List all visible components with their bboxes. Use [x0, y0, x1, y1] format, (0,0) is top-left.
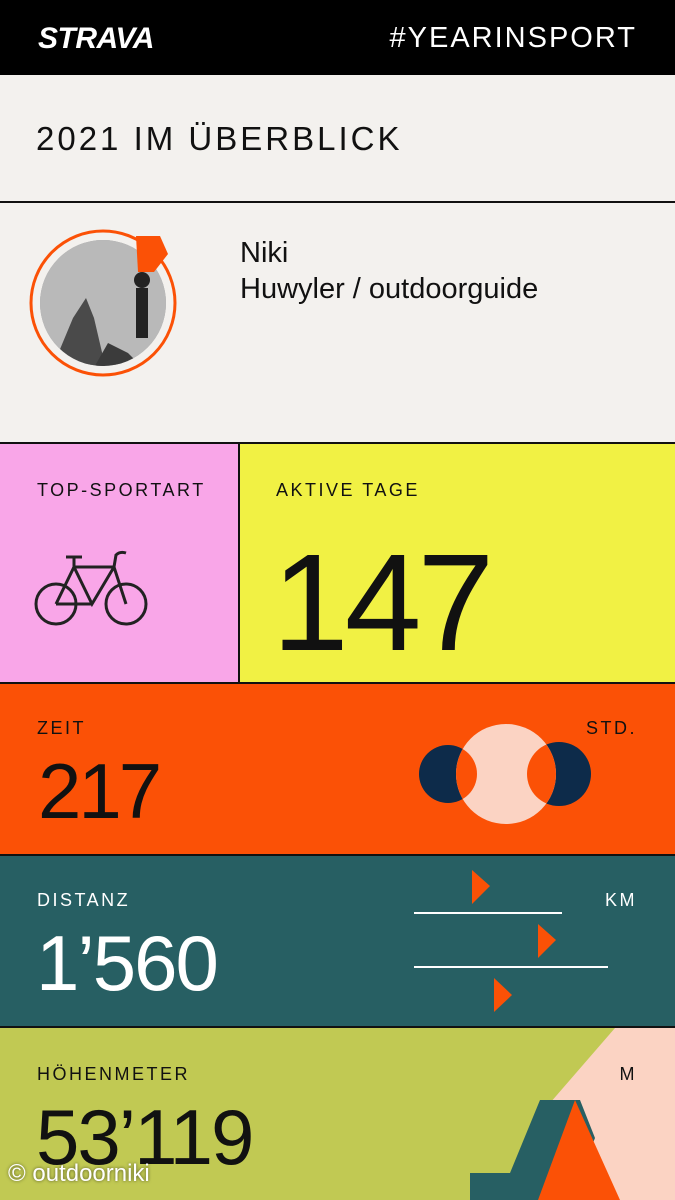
top-sport-card: TOP-SPORTART [0, 444, 240, 684]
overview-section: 2021 IM ÜBERBLICK [0, 75, 675, 203]
profile-section: Niki Huwyler / outdoorguide [0, 203, 675, 444]
time-value: 217 [38, 747, 162, 835]
top-sport-label: TOP-SPORTART [37, 480, 206, 500]
photo-credit: © outdoorniki [8, 1160, 150, 1187]
distance-label: DISTANZ [37, 890, 131, 910]
badge-icon [136, 236, 168, 272]
active-days-label: AKTIVE TAGE [276, 480, 420, 500]
time-unit: STD. [585, 718, 637, 738]
elevation-graphic-icon [470, 1028, 675, 1200]
time-graphic-icon [419, 724, 591, 824]
strava-logo: STRAVA [38, 22, 154, 55]
hashtag: #YEARINSPORT [389, 22, 637, 54]
distance-graphic-icon [414, 870, 608, 1012]
avatar[interactable] [28, 228, 178, 378]
time-card: ZEIT STD. 217 [0, 684, 675, 856]
active-days-value: 147 [272, 526, 494, 680]
page-title: 2021 IM ÜBERBLICK [36, 120, 403, 157]
time-label: ZEIT [37, 718, 86, 738]
distance-value: 1’560 [36, 919, 219, 1007]
athlete-first-name: Niki [240, 237, 289, 269]
active-days-card: AKTIVE TAGE 147 [240, 444, 675, 684]
distance-card: DISTANZ KM 1’560 [0, 856, 675, 1028]
bicycle-icon [34, 550, 148, 626]
athlete-last-name: Huwyler / outdoorguide [240, 273, 539, 305]
elevation-label: HÖHENMETER [37, 1064, 191, 1084]
elevation-unit: M [619, 1064, 637, 1084]
header-bar: STRAVA #YEARINSPORT [0, 0, 675, 75]
